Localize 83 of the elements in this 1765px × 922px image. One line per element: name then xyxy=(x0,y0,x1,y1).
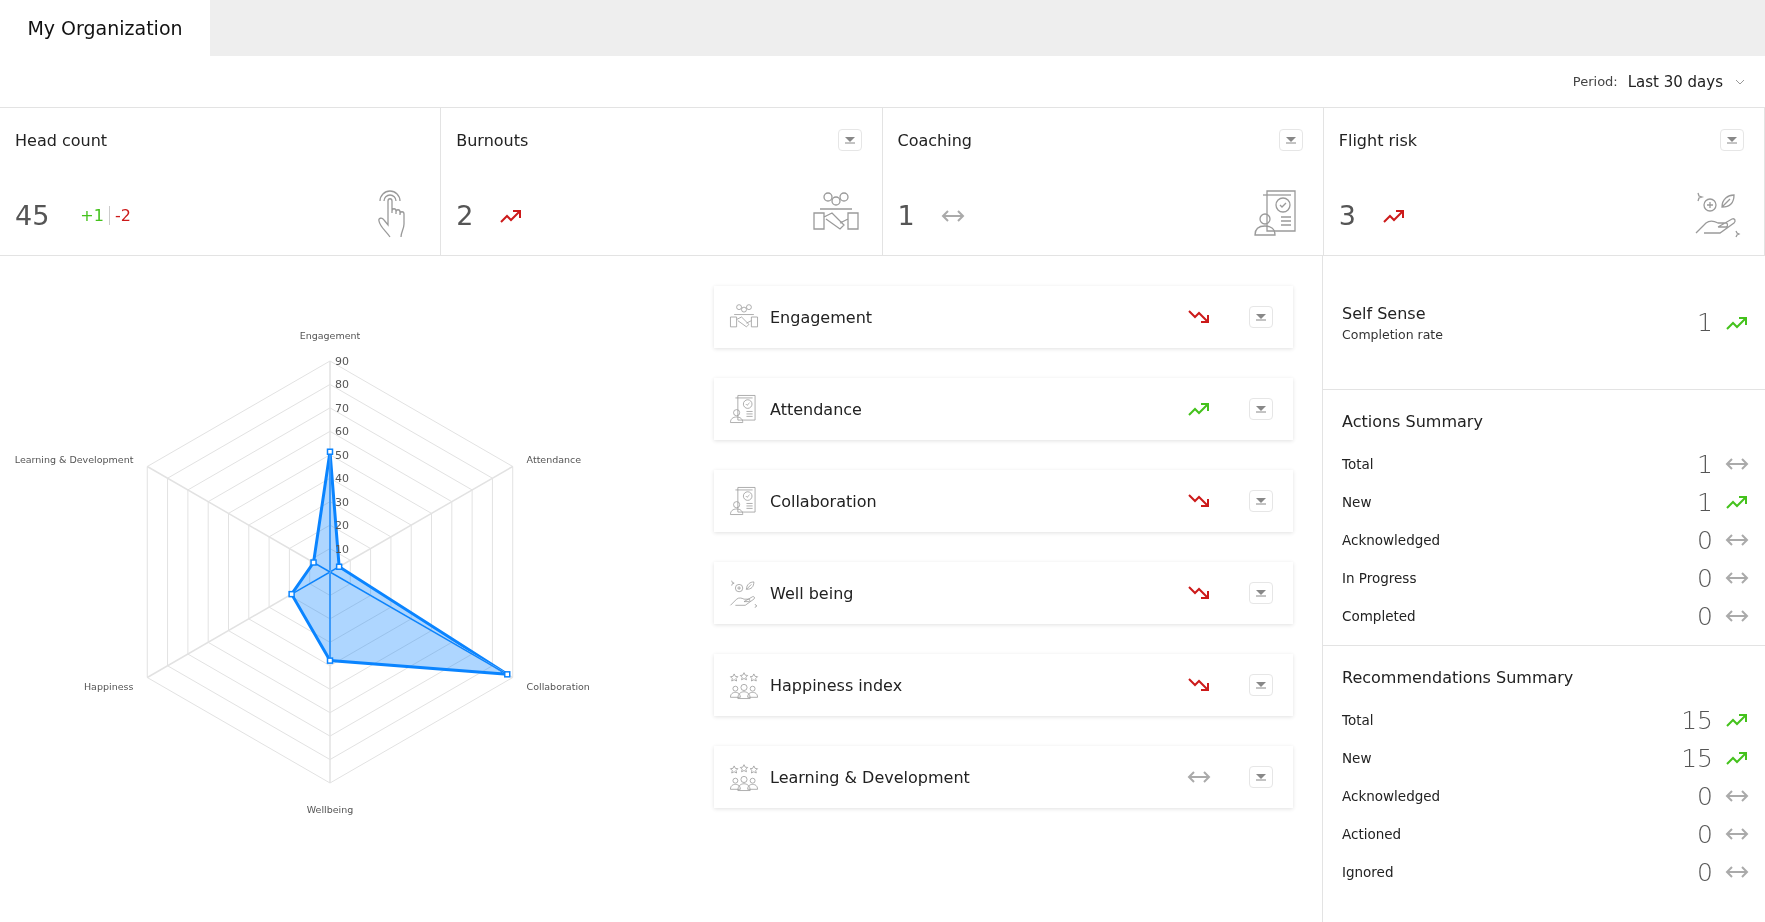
caret-icon xyxy=(1255,497,1267,505)
axis-tick-label: 90 xyxy=(335,355,349,368)
menu-button[interactable] xyxy=(1249,766,1273,788)
summary-value: 1 xyxy=(1697,308,1713,337)
summary-label: Total xyxy=(1342,712,1374,728)
period-label: Period: xyxy=(1572,74,1618,89)
summary-value: 1 xyxy=(1697,449,1713,479)
data-point xyxy=(504,671,511,678)
axis-tick-label: 80 xyxy=(335,378,349,392)
axis-label: Learning & Development xyxy=(14,453,134,465)
axis-tick-label: 50 xyxy=(335,448,349,462)
section-subtitle: Completion rate xyxy=(1342,326,1443,342)
summary-value: 0 xyxy=(1697,819,1713,849)
summary-value: 0 xyxy=(1697,781,1713,811)
summary-label: New xyxy=(1342,750,1372,766)
stars-people-icon xyxy=(728,669,760,701)
caret-icon xyxy=(1726,136,1738,144)
menu-button[interactable] xyxy=(1249,674,1273,696)
delta-value: +1 xyxy=(79,206,105,225)
stars-people-icon xyxy=(728,761,760,793)
caret-icon xyxy=(1255,773,1267,781)
period-dropdown[interactable]: Last 30 days xyxy=(1627,72,1745,91)
axis-tick-label: 30 xyxy=(335,495,349,509)
axis-label: Happiness xyxy=(83,680,134,692)
menu-button[interactable] xyxy=(1720,129,1744,151)
kpi-value: 1 xyxy=(897,200,915,231)
section-title: Self Sense xyxy=(1342,303,1427,323)
metric-label: Engagement xyxy=(770,307,874,327)
summary-label: Completed xyxy=(1342,608,1416,624)
chevron-down-icon xyxy=(1735,78,1745,85)
axis-label: Attendance xyxy=(526,453,582,465)
axis-label: Engagement xyxy=(299,330,361,341)
data-point xyxy=(326,657,334,664)
summary-label: Total xyxy=(1342,456,1374,472)
summary-label: New xyxy=(1342,494,1372,510)
metric-label: Collaboration xyxy=(770,491,878,511)
summary-label: Ignored xyxy=(1342,864,1394,880)
caret-icon xyxy=(1284,136,1297,144)
summary-value: 15 xyxy=(1681,705,1713,735)
kpi-value: 2 xyxy=(456,200,474,231)
summary-value: 0 xyxy=(1697,857,1713,887)
metric-label: Attendance xyxy=(770,399,863,419)
menu-button[interactable] xyxy=(1278,129,1303,151)
summary-value: 0 xyxy=(1697,525,1713,555)
summary-label: Actioned xyxy=(1342,826,1402,842)
summary-value: 15 xyxy=(1681,743,1713,773)
kpi-title: Coaching xyxy=(897,130,972,150)
axis-label: Wellbeing xyxy=(306,804,354,815)
metric-label: Happiness index xyxy=(770,675,904,695)
summary-value: 0 xyxy=(1697,563,1713,593)
summary-label: Acknowledged xyxy=(1342,788,1441,804)
menu-button[interactable] xyxy=(1249,582,1273,604)
caret-icon xyxy=(1255,313,1267,321)
menu-button[interactable] xyxy=(1249,398,1273,420)
kpi-value: 3 xyxy=(1338,200,1356,231)
tab[interactable]: My Organization xyxy=(0,0,210,56)
summary-value: 0 xyxy=(1697,601,1713,631)
caret-icon xyxy=(1255,405,1267,413)
axis-tick-label: 60 xyxy=(335,425,349,439)
caret-icon xyxy=(1255,681,1267,689)
menu-button[interactable] xyxy=(837,129,862,151)
kpi-title: Flight risk xyxy=(1338,130,1418,150)
delta-value: -2 xyxy=(108,206,136,225)
axis-tick-label: 40 xyxy=(335,472,349,486)
menu-button[interactable] xyxy=(1249,490,1273,512)
summary-value: 1 xyxy=(1697,487,1713,517)
data-point xyxy=(310,559,317,566)
axis-label: Collaboration xyxy=(526,680,590,692)
kpi-value: 45 xyxy=(15,200,50,231)
kpi-title: Burnouts xyxy=(456,130,529,150)
section-title: Recommendations Summary xyxy=(1342,667,1575,689)
caret-icon xyxy=(843,136,856,144)
kpi-title: Head count xyxy=(15,130,108,150)
axis-tick-label: 70 xyxy=(335,401,349,415)
metric-label: Well being xyxy=(770,583,855,603)
metric-label: Learning & Development xyxy=(770,767,971,787)
caret-icon xyxy=(1255,589,1267,597)
summary-label: In Progress xyxy=(1342,570,1417,586)
data-point xyxy=(326,448,334,455)
section-title: Actions Summary xyxy=(1342,411,1484,433)
menu-button[interactable] xyxy=(1249,306,1273,328)
data-point xyxy=(288,590,295,598)
summary-label: Acknowledged xyxy=(1342,532,1441,548)
